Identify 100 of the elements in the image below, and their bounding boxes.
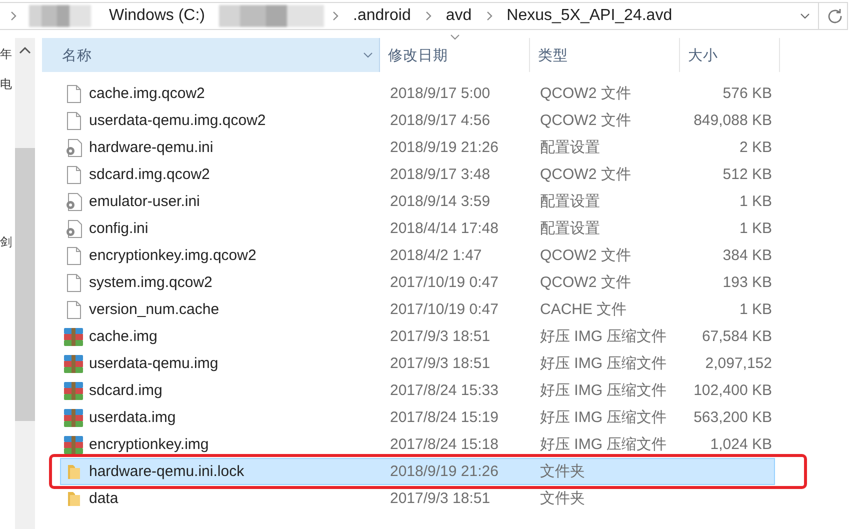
file-type: 好压 IMG 压缩文件 — [540, 408, 668, 427]
file-row[interactable]: cache.img.qcow2 2018/9/17 5:00 QCOW2 文件 576 KB — [60, 80, 775, 107]
settings-file-icon — [66, 138, 82, 156]
date-modified: 2017/10/19 0:47 — [390, 274, 500, 291]
file-row[interactable]: data 2017/9/3 18:51 文件夹 — [60, 485, 775, 512]
date-modified: 2018/4/14 17:48 — [390, 220, 500, 237]
file-row[interactable]: encryptionkey.img 2017/8/24 15:18 好压 IMG 压缩文件 1,024 KB — [60, 431, 775, 458]
date-modified: 2018/9/17 4:56 — [390, 112, 492, 129]
nav-item-text: 年 — [0, 46, 12, 63]
breadcrumb[interactable]: Nexus_5X_API_24.avd — [496, 7, 682, 25]
file-icon — [66, 246, 80, 264]
file-row[interactable]: userdata-qemu.img 2017/9/3 18:51 好压 IMG 压缩文件 2,097,152 — [60, 350, 775, 377]
file-name: sdcard.img — [88, 382, 164, 399]
date-modified: 2018/9/17 5:00 — [390, 85, 492, 102]
file-row[interactable]: sdcard.img 2017/8/24 15:33 好压 IMG 压缩文件 102,400 KB — [60, 377, 775, 404]
file-type: 文件夹 — [540, 489, 586, 508]
dropdown-icon[interactable] — [800, 13, 810, 19]
archive-icon — [64, 408, 83, 426]
file-row[interactable]: version_num.cache 2017/10/19 0:47 CACHE 文件 1 KB — [60, 296, 775, 323]
breadcrumb[interactable]: Windows (C:) — [99, 7, 216, 25]
file-row[interactable]: userdata.img 2017/8/24 15:19 好压 IMG 压缩文件 563,200 KB — [60, 404, 775, 431]
archive-icon — [64, 382, 83, 400]
file-name: userdata-qemu.img.qcow2 — [88, 112, 267, 129]
file-icon — [66, 166, 80, 184]
file-type: 好压 IMG 压缩文件 — [540, 354, 668, 373]
file-icon — [66, 112, 80, 130]
file-type: 配置设置 — [540, 219, 601, 238]
file-row[interactable]: hardware-qemu.ini 2018/9/19 21:26 配置设置 2 KB — [60, 134, 775, 161]
file-row[interactable]: hardware-qemu.ini.lock 2018/9/19 21:26 文件夹 — [60, 458, 775, 485]
file-type: 好压 IMG 压缩文件 — [540, 327, 668, 346]
breadcrumb[interactable]: .android — [343, 7, 421, 25]
file-row[interactable]: sdcard.img.qcow2 2018/9/17 3:48 QCOW2 文件 512 KB — [60, 161, 775, 188]
column-header[interactable]: 名称 — [42, 38, 380, 72]
file-size: 849,088 KB — [692, 112, 772, 129]
scrollbar-thumb[interactable] — [15, 148, 35, 421]
file-size: 193 KB — [722, 274, 772, 291]
file-size: 576 KB — [722, 85, 772, 102]
file-size: 563,200 KB — [692, 409, 772, 426]
file-name: cache.img — [88, 328, 158, 345]
file-size: 512 KB — [722, 166, 772, 183]
file-name: encryptionkey.img — [88, 436, 210, 453]
file-row[interactable]: cache.img 2017/9/3 18:51 好压 IMG 压缩文件 67,584 KB — [60, 323, 775, 350]
file-row[interactable]: config.ini 2018/4/14 17:48 配置设置 1 KB — [60, 215, 775, 242]
file-name: cache.img.qcow2 — [88, 85, 206, 102]
refresh-icon[interactable] — [827, 8, 843, 24]
column-header[interactable]: 修改日期 — [380, 38, 530, 72]
date-modified: 2017/9/3 18:51 — [390, 328, 492, 345]
file-size: 67,584 KB — [700, 328, 772, 345]
file-row[interactable]: encryptionkey.img.qcow2 2018/4/2 1:47 QCOW2 文件 384 KB — [60, 242, 775, 269]
file-size: 384 KB — [722, 247, 772, 264]
date-modified: 2018/9/17 3:48 — [390, 166, 492, 183]
breadcrumb[interactable]: avd — [436, 7, 482, 25]
file-row[interactable]: userdata-qemu.img.qcow2 2018/9/17 4:56 QCOW2 文件 849,088 KB — [60, 107, 775, 134]
archive-icon — [64, 328, 83, 346]
date-modified: 2018/9/19 21:26 — [390, 139, 500, 156]
date-modified: 2017/9/3 18:51 — [390, 490, 492, 507]
column-header[interactable]: 类型 — [530, 38, 680, 72]
scroll-up-icon[interactable] — [19, 46, 31, 54]
file-icon — [66, 300, 80, 318]
file-icon — [66, 84, 80, 102]
file-type: CACHE 文件 — [540, 300, 628, 319]
file-type: QCOW2 文件 — [540, 273, 632, 292]
nav-item-text: 剑 — [0, 234, 12, 251]
file-type: QCOW2 文件 — [540, 246, 632, 265]
column-header[interactable]: 大小 — [680, 38, 780, 72]
file-name: version_num.cache — [88, 301, 220, 318]
date-modified: 2018/9/19 21:26 — [390, 463, 500, 480]
date-modified: 2018/9/14 3:59 — [390, 193, 492, 210]
date-modified: 2018/4/2 1:47 — [390, 247, 483, 264]
dropdown-icon[interactable] — [363, 52, 373, 58]
file-name: hardware-qemu.ini — [88, 139, 214, 156]
file-size: 1,024 KB — [709, 436, 772, 453]
file-size: 1 KB — [738, 220, 772, 237]
date-modified: 2017/8/24 15:33 — [390, 382, 500, 399]
file-type: 好压 IMG 压缩文件 — [540, 381, 668, 400]
folder-icon — [66, 464, 82, 480]
settings-file-icon — [66, 220, 82, 238]
file-size: 1 KB — [738, 193, 772, 210]
file-name: encryptionkey.img.qcow2 — [88, 247, 258, 264]
file-name: userdata.img — [88, 409, 177, 426]
file-name: emulator-user.ini — [88, 193, 201, 210]
file-name: config.ini — [88, 220, 150, 237]
date-modified: 2017/8/24 15:19 — [390, 409, 500, 426]
scrollbar[interactable] — [15, 38, 35, 529]
date-modified: 2017/8/24 15:18 — [390, 436, 500, 453]
file-type: QCOW2 文件 — [540, 84, 632, 103]
file-size: 1 KB — [738, 301, 772, 318]
nav-item-text: 电 — [0, 76, 12, 93]
archive-icon — [64, 436, 83, 454]
file-type: 配置设置 — [540, 192, 601, 211]
file-type: QCOW2 文件 — [540, 111, 632, 130]
file-row[interactable]: system.img.qcow2 2017/10/19 0:47 QCOW2 文件 193 KB — [60, 269, 775, 296]
file-icon — [66, 274, 80, 292]
file-name: system.img.qcow2 — [88, 274, 214, 291]
archive-icon — [64, 354, 83, 372]
file-name: userdata-qemu.img — [88, 355, 220, 372]
file-size: 2,097,152 — [704, 355, 772, 372]
file-row[interactable]: emulator-user.ini 2018/9/14 3:59 配置设置 1 KB — [60, 188, 775, 215]
folder-icon — [66, 490, 82, 506]
file-name: data — [88, 490, 120, 507]
